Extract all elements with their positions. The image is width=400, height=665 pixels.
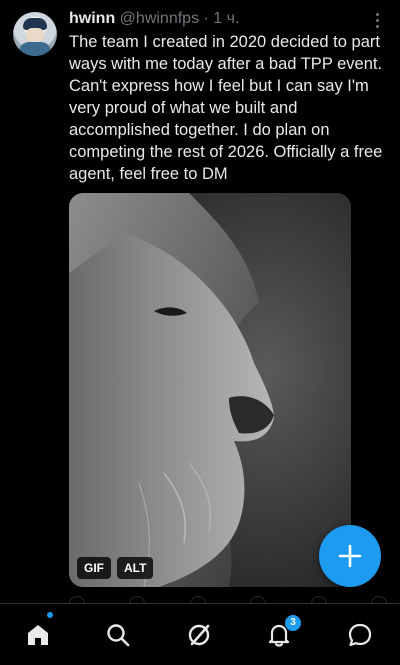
home-active-dot — [47, 612, 53, 618]
home-icon — [28, 625, 48, 645]
nav-search[interactable] — [101, 618, 135, 652]
avatar[interactable] — [13, 12, 57, 56]
bottom-nav: 3 — [0, 603, 400, 665]
avatar-face — [26, 28, 44, 42]
author-handle[interactable]: @hwinnfps — [120, 10, 199, 27]
more-options-icon[interactable] — [372, 10, 382, 30]
grok-icon — [188, 624, 210, 646]
nav-home[interactable] — [21, 618, 55, 652]
alt-badge[interactable]: ALT — [117, 557, 154, 579]
avatar-body — [19, 42, 51, 56]
notification-count-badge: 3 — [284, 614, 302, 632]
tweet-media[interactable]: GIF ALT — [69, 193, 351, 587]
author-name[interactable]: hwinn — [69, 10, 115, 27]
plus-icon — [338, 544, 362, 568]
tweet-header: hwinn @hwinnfps · 1 ч. — [69, 9, 239, 29]
compose-button[interactable] — [319, 525, 381, 587]
search-icon — [107, 624, 130, 647]
header-separator: · — [203, 10, 209, 27]
gif-badge: GIF — [77, 557, 111, 579]
tweet-text: The team I created in 2020 decided to pa… — [69, 33, 383, 183]
nav-messages[interactable] — [343, 618, 377, 652]
nav-grok[interactable] — [182, 618, 216, 652]
message-icon — [348, 623, 372, 647]
tweet-time[interactable]: 1 ч. — [213, 10, 239, 27]
lion-image — [69, 193, 351, 587]
